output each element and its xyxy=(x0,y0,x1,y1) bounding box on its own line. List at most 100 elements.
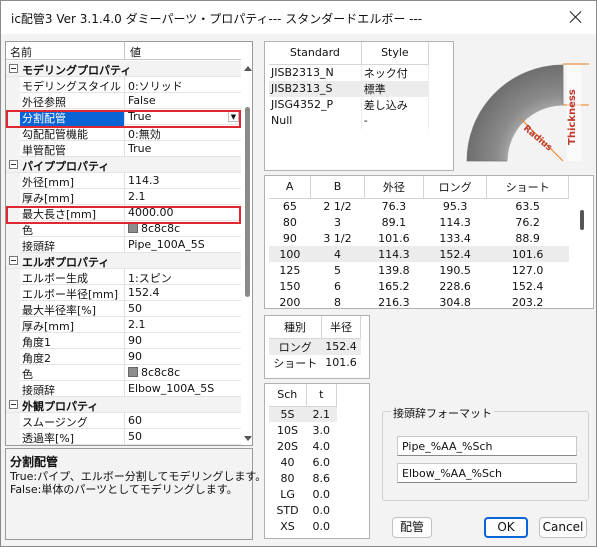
schedule-cell: 40 xyxy=(280,455,295,469)
grid-property-row[interactable]: エルボー半径[mm] 152.4 xyxy=(6,285,241,301)
close-icon[interactable] xyxy=(568,9,584,25)
grid-property-row[interactable]: 外径[mm] 114.3 xyxy=(6,173,241,189)
grid-property-row[interactable]: 角度1 90 xyxy=(6,333,241,349)
dimensions-cell: 114.3 xyxy=(439,215,471,229)
grid-property-value[interactable]: 50 xyxy=(128,430,238,443)
grid-property-value[interactable]: 50 xyxy=(128,302,238,315)
grid-property-value[interactable]: 2.1 xyxy=(128,190,238,203)
standard-row[interactable]: JISB2313_S 標準 xyxy=(269,80,430,97)
schedule-list[interactable]: Sch t 5S 2.1 10S 3.0 20S 4.0 40 6.0 80 8.6 LG 0.0 STD 0… xyxy=(264,383,370,539)
schedule-row[interactable]: 40 6.0 xyxy=(269,454,337,470)
schedule-row[interactable]: STD 0.0 xyxy=(269,502,337,518)
dimension-row[interactable]: 150 6 165.2 228.6 152.4 xyxy=(269,278,569,294)
schedule-cell: 10S xyxy=(277,423,299,437)
scroll-down-icon[interactable] xyxy=(244,436,252,441)
grid-property-value[interactable]: 152.4 xyxy=(128,286,238,299)
grid-property-row[interactable]: 透過率[%] 50 xyxy=(6,429,241,445)
collapse-icon[interactable] xyxy=(9,256,18,265)
grid-property-row[interactable]: スムージング 60 xyxy=(6,413,241,429)
row-gutter xyxy=(6,349,20,365)
standard-row[interactable]: JISG4352_P 差し込み xyxy=(269,96,430,113)
standard-row[interactable]: Null - xyxy=(269,112,430,129)
grid-property-name: モデリングスタイル xyxy=(22,80,121,93)
schedule-row[interactable]: XS 0.0 xyxy=(269,518,337,534)
dimensions-cell: 6 xyxy=(333,279,341,293)
grid-property-value[interactable]: False xyxy=(128,94,238,107)
collapse-icon[interactable] xyxy=(9,400,18,409)
dimensions-cell: 190.5 xyxy=(439,263,471,277)
scroll-thumb[interactable] xyxy=(245,107,250,297)
grid-header-name: 名前 xyxy=(10,46,32,59)
grid-property-row[interactable]: 厚み[mm] 2.1 xyxy=(6,317,241,333)
grid-property-row[interactable]: モデリングスタイル 0:ソリッド xyxy=(6,77,241,93)
grid-divider xyxy=(124,301,125,317)
grid-property-row[interactable]: 外径参照 False xyxy=(6,93,241,109)
schedule-row[interactable]: 80 8.6 xyxy=(269,470,337,486)
dimension-row[interactable]: 100 4 114.3 152.4 101.6 xyxy=(269,246,569,262)
grid-property-value[interactable]: 0:ソリッド xyxy=(128,78,238,94)
grid-property-value[interactable]: 0:無効 xyxy=(128,126,238,142)
dimension-row[interactable]: 65 2 1/2 76.3 95.3 63.5 xyxy=(269,198,569,214)
grid-category[interactable]: エルボプロパティ xyxy=(6,253,241,269)
dimension-row[interactable]: 200 8 216.3 304.8 203.2 xyxy=(269,294,569,310)
dimension-scroll-thumb[interactable] xyxy=(580,210,584,230)
grid-divider xyxy=(124,333,125,349)
grid-property-value-text: 50 xyxy=(128,430,142,443)
grid-category[interactable]: パイププロパティ xyxy=(6,157,241,173)
dimensions-cell: 228.6 xyxy=(439,279,471,293)
schedule-row[interactable]: 20S 4.0 xyxy=(269,438,337,454)
grid-divider xyxy=(124,285,125,301)
dimension-row[interactable]: 80 3 89.1 114.3 76.2 xyxy=(269,214,569,230)
dimension-list[interactable]: A B 外径 ロング ショート 65 2 1/2 76.3 95.3 63.5 80 3 89.1 114… xyxy=(264,175,594,309)
grid-header: 名前 値 xyxy=(6,42,241,60)
collapse-icon[interactable] xyxy=(9,64,18,73)
standards-list[interactable]: Standard Style JISB2313_N ネック付 JISB2313_S 標準 J… xyxy=(264,41,454,171)
dimension-row[interactable]: 125 5 139.8 190.5 127.0 xyxy=(269,262,569,278)
grid-property-value[interactable]: 114.3 xyxy=(128,174,238,187)
grid-property-value[interactable]: 8c8c8c xyxy=(128,366,238,379)
grid-property-row[interactable]: 厚み[mm] 2.1 xyxy=(6,189,241,205)
grid-property-row[interactable]: 接頭辞 Pipe_100A_5S xyxy=(6,237,241,253)
piping-button[interactable]: 配管 xyxy=(392,517,432,538)
grid-property-value[interactable]: 90 xyxy=(128,334,238,347)
grid-property-value[interactable]: 90 xyxy=(128,350,238,363)
length-type-row[interactable]: ロング 152.4 xyxy=(269,338,361,355)
grid-property-value[interactable]: Pipe_100A_5S xyxy=(128,238,238,251)
grid-category[interactable]: モデリングプロパティ xyxy=(6,61,241,77)
elbow-prefix-input[interactable]: Elbow_%AA_%Sch xyxy=(397,463,577,483)
grid-property-row[interactable]: 角度2 90 xyxy=(6,349,241,365)
row-gutter xyxy=(6,285,20,301)
length-type-list[interactable]: 種別 半径 ロング 152.4 ショート 101.6 xyxy=(264,315,370,379)
grid-property-row[interactable]: 単管配管 True xyxy=(6,141,241,157)
grid-property-value[interactable]: True xyxy=(128,142,238,155)
grid-property-row[interactable]: 最大半径率[%] 50 xyxy=(6,301,241,317)
cancel-button[interactable]: Cancel xyxy=(539,517,587,538)
grid-property-value-text: False xyxy=(128,94,156,107)
grid-property-value[interactable]: 1:スピン xyxy=(128,270,238,286)
grid-property-row[interactable]: エルボー生成 1:スピン xyxy=(6,269,241,285)
row-gutter xyxy=(6,365,20,381)
grid-property-value[interactable]: 60 xyxy=(128,414,238,427)
standard-row[interactable]: JISB2313_N ネック付 xyxy=(269,64,430,81)
highlight-frame-maxlen xyxy=(6,206,241,224)
grid-property-value-text: Pipe_100A_5S xyxy=(128,238,205,251)
schedule-cell: 8.6 xyxy=(312,471,331,485)
grid-property-row[interactable]: 接頭辞 Elbow_100A_5S xyxy=(6,381,241,397)
pipe-prefix-input[interactable]: Pipe_%AA_%Sch xyxy=(397,436,577,456)
collapse-icon[interactable] xyxy=(9,160,18,169)
schedule-row[interactable]: 5S 2.1 xyxy=(269,406,337,422)
thickness-label: Thickness xyxy=(567,89,578,145)
length-type-row[interactable]: ショート 101.6 xyxy=(269,355,361,371)
property-grid[interactable]: 名前 値 モデリングプロパティ モデリングスタイル 0:ソリッド 外径参照 False 分… xyxy=(5,41,253,446)
schedule-row[interactable]: LG 0.0 xyxy=(269,486,337,502)
grid-scrollbar[interactable] xyxy=(242,62,252,445)
dimension-row[interactable]: 90 3 1/2 101.6 133.4 88.9 xyxy=(269,230,569,246)
scroll-up-icon[interactable] xyxy=(244,66,252,71)
grid-property-value[interactable]: 2.1 xyxy=(128,318,238,331)
grid-category[interactable]: 外観プロパティ xyxy=(6,397,241,413)
grid-property-row[interactable]: 色 8c8c8c xyxy=(6,365,241,381)
grid-property-value[interactable]: Elbow_100A_5S xyxy=(128,382,238,395)
dimensions-cell: 2 1/2 xyxy=(323,199,352,213)
ok-button[interactable]: OK xyxy=(484,517,528,538)
schedule-row[interactable]: 10S 3.0 xyxy=(269,422,337,438)
